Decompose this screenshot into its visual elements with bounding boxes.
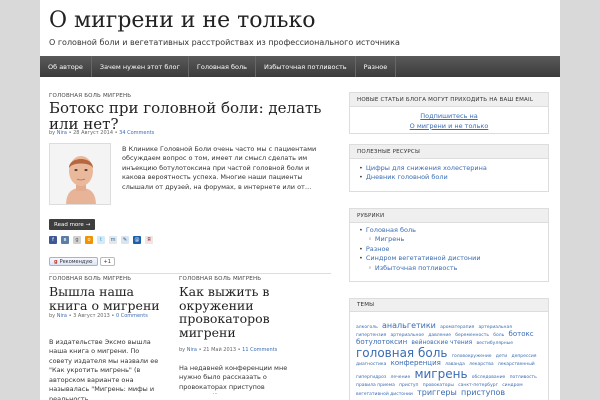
post-book: ГОЛОВНАЯ БОЛЬ МИГРЕНЬ Вышла наша книга о… [49, 276, 164, 400]
tag-link[interactable]: дети [496, 354, 507, 359]
post-excerpt: На недавней конференции мне нужно было р… [179, 364, 288, 394]
email-subscribe-widget: НОВЫЕ СТАТЬИ БЛОГА МОГУТ ПРИХОДИТЬ НА ВА… [349, 92, 549, 134]
livejournal-icon[interactable]: ✎ [121, 236, 129, 244]
widget-title: ТЕМЫ [350, 299, 548, 312]
facebook-icon[interactable]: f [49, 236, 57, 244]
post-divider [49, 273, 331, 274]
widget-title: РУБРИКИ [350, 209, 548, 223]
meta-by: by [49, 313, 56, 319]
head-illustration-icon [50, 144, 110, 204]
tag-link[interactable]: давление [428, 333, 451, 338]
tags-widget: ТЕМЫ алкоголь анальгетики ароматерапия а… [349, 298, 549, 400]
tag-link[interactable]: лекарства [469, 362, 493, 367]
rubrics-widget: РУБРИКИ Головная боль Мигрень Разное Син… [349, 208, 549, 282]
tag-link[interactable]: ароматерапия [440, 325, 474, 330]
tag-link[interactable]: конференция [391, 359, 441, 367]
odnoklassniki-icon[interactable]: o [85, 236, 93, 244]
plusone-count: +1 [99, 257, 115, 266]
twitter-icon[interactable]: t [97, 236, 105, 244]
meta-by: by [49, 130, 56, 136]
mailru-icon[interactable]: @ [133, 236, 141, 244]
post-title[interactable]: Как выжить в окружении провокаторов мигр… [179, 285, 299, 339]
meta-by: by [179, 347, 186, 353]
post-categories[interactable]: ГОЛОВНАЯ БОЛЬ МИГРЕНЬ [179, 276, 261, 282]
page: О мигрени и не только О головной боли и … [40, 0, 560, 400]
plusone-button[interactable]: g Рекомендую [49, 257, 98, 266]
post-comments[interactable]: 11 Comments [242, 347, 277, 353]
rubric-link[interactable]: Избыточная потливость [359, 264, 538, 273]
google-icon[interactable]: g [73, 236, 81, 244]
post-featured: ГОЛОВНАЯ БОЛЬ МИГРЕНЬ Ботокс при головно… [49, 90, 331, 280]
tag-link[interactable]: алкоголь [356, 325, 378, 330]
google-plus-icon: g [54, 258, 58, 265]
resource-link[interactable]: Дневник головной боли [359, 173, 538, 182]
post-meta: by Nira • 21 Май 2013 • 11 Comments [179, 347, 278, 353]
tag-link[interactable]: боль [493, 333, 504, 338]
tag-link[interactable]: головная боль [356, 346, 447, 360]
post-triggers: ГОЛОВНАЯ БОЛЬ МИГРЕНЬ Как выжить в окруж… [179, 276, 299, 400]
nav-item-about[interactable]: Об авторе [40, 56, 92, 77]
tag-link[interactable]: приступов [461, 388, 505, 397]
widget-title: НОВЫЕ СТАТЬИ БЛОГА МОГУТ ПРИХОДИТЬ НА ВА… [350, 93, 548, 107]
post-date: 28 Август 2014 [73, 130, 114, 136]
post-categories[interactable]: ГОЛОВНАЯ БОЛЬ МИГРЕНЬ [49, 276, 131, 282]
site-description: О головной боли и вегетативных расстройс… [49, 38, 400, 47]
tag-link[interactable]: мигрень [414, 367, 467, 381]
post-comments[interactable]: 0 Comments [116, 313, 148, 319]
post-thumbnail[interactable] [49, 143, 111, 205]
post-meta: by Nira • 3 Август 2013 • 0 Comments [49, 313, 148, 319]
resources-widget: ПОЛЕЗНЫЕ РЕСУРСЫ Цифры для снижения холе… [349, 144, 549, 192]
rubric-link[interactable]: Головная боль [359, 226, 538, 235]
blog-name-link[interactable]: О мигрени и не только [350, 122, 548, 132]
post-author[interactable]: Nira [57, 130, 67, 136]
share-buttons: f в g o t m ✎ @ Я [49, 236, 153, 244]
tag-link[interactable]: лечение [391, 375, 411, 380]
read-more-button[interactable]: Read more → [49, 219, 96, 230]
post-comments[interactable]: 34 Comments [119, 130, 154, 136]
resource-link[interactable]: Цифры для снижения холестерина [359, 164, 538, 173]
post-excerpt: В Клинике Головной Боли очень часто мы с… [122, 145, 317, 191]
rubric-link[interactable]: Разное [359, 245, 538, 254]
plusone-label: Рекомендую [59, 258, 93, 265]
yandex-icon[interactable]: Я [145, 236, 153, 244]
post-excerpt: В издательстве Эксмо вышла наша книга о … [49, 338, 159, 400]
tag-link[interactable]: головокружение [452, 354, 492, 359]
tag-link[interactable]: обследование [472, 375, 506, 380]
widget-title: ПОЛЕЗНЫЕ РЕСУРСЫ [350, 145, 548, 159]
resources-list: Цифры для снижения холестерина Дневник г… [350, 159, 548, 188]
post-date: 21 Май 2013 [203, 347, 237, 353]
tag-link[interactable]: депрессия [511, 354, 536, 359]
post-meta: by Nira • 28 Август 2014 • 34 Comments [49, 130, 155, 136]
nav-item-misc[interactable]: Разное [356, 56, 397, 77]
vkontakte-icon[interactable]: в [61, 236, 69, 244]
post-author[interactable]: Nira [187, 347, 197, 353]
tag-link[interactable]: вестибулярные [476, 341, 513, 346]
tag-link[interactable]: ботокс [509, 330, 534, 338]
nav-item-why-blog[interactable]: Зачем нужен этот блог [92, 56, 189, 77]
post-date: 3 Август 2013 [73, 313, 110, 319]
post-title[interactable]: Вышла наша книга о мигрени [49, 285, 164, 312]
nav-item-sweating[interactable]: Избыточная потливость [256, 56, 356, 77]
tag-link[interactable]: диагностика [356, 362, 386, 367]
liveinternet-icon[interactable]: m [109, 236, 117, 244]
rubrics-list: Головная боль Мигрень Разное Синдром вег… [350, 223, 548, 278]
tag-link[interactable]: правила приема [356, 383, 395, 388]
plusone-widget: g Рекомендую +1 [49, 257, 115, 266]
nav-item-headache[interactable]: Головная боль [189, 56, 256, 77]
rubric-link[interactable]: Синдром вегетативной дистонии [359, 254, 538, 263]
tag-link[interactable]: вейновские чтения [411, 339, 472, 346]
tag-link[interactable]: приступ [399, 383, 418, 388]
site-title[interactable]: О мигрени и не только [49, 8, 315, 33]
main-nav: Об авторе Зачем нужен этот блог Головная… [40, 56, 560, 77]
rubric-link[interactable]: Мигрень [359, 235, 538, 244]
tag-link[interactable]: ботулотоксин [356, 338, 407, 346]
tag-link[interactable]: беременность [455, 333, 489, 338]
subscribe-link[interactable]: Подпишитесь на [350, 112, 548, 122]
tag-link[interactable]: триггеры [417, 388, 457, 397]
post-author[interactable]: Nira [57, 313, 67, 319]
tag-link[interactable]: потливость [510, 375, 537, 380]
tag-link[interactable]: анальгетики [382, 321, 436, 330]
tag-cloud: алкоголь анальгетики ароматерапия артери… [350, 312, 548, 398]
post-title[interactable]: Ботокс при головной боли: делать или нет… [49, 100, 331, 133]
